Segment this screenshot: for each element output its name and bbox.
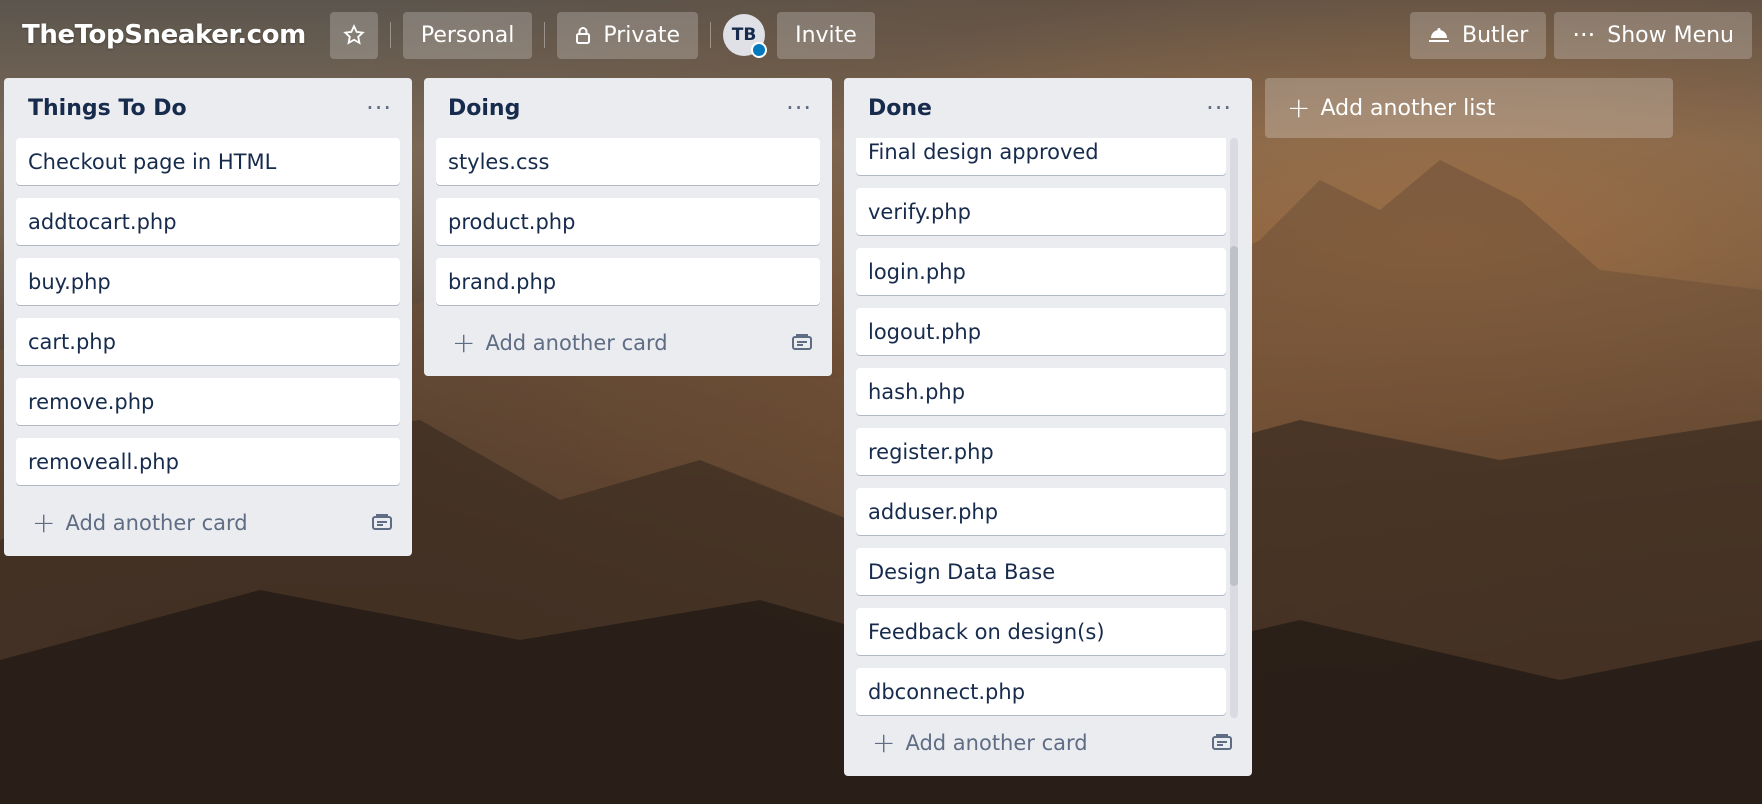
card[interactable]: removeall.php: [16, 438, 400, 485]
private-label: Private: [603, 22, 681, 48]
list-title[interactable]: Done: [868, 96, 932, 121]
card[interactable]: brand.php: [436, 258, 820, 305]
add-card-label: Add another card: [905, 731, 1088, 755]
add-card-button[interactable]: + Add another card: [452, 329, 668, 357]
header-divider: [389, 22, 391, 48]
show-menu-button[interactable]: ··· Show Menu: [1554, 11, 1752, 59]
template-card-icon[interactable]: [372, 514, 392, 532]
card[interactable]: adduser.php: [856, 488, 1226, 535]
card[interactable]: cart.php: [16, 318, 400, 365]
star-icon: [343, 24, 365, 45]
admin-badge-icon: [751, 42, 768, 58]
list-header[interactable]: Doing ···: [436, 78, 820, 138]
board-header: TheTopSneaker.com Personal Private TB In…: [0, 0, 1762, 70]
card[interactable]: Final design approved: [856, 138, 1226, 175]
list-header[interactable]: Things To Do ···: [16, 78, 400, 138]
more-dots-icon: ···: [1572, 21, 1596, 49]
card[interactable]: styles.css: [436, 138, 820, 185]
list-header[interactable]: Done ···: [856, 78, 1240, 138]
add-card-button[interactable]: + Add another card: [872, 729, 1088, 757]
card-list-scroll[interactable]: Final design approved verify.php login.p…: [856, 138, 1240, 718]
card[interactable]: login.php: [856, 248, 1226, 295]
card[interactable]: Checkout page in HTML: [16, 138, 400, 185]
card-list: Final design approved verify.php login.p…: [856, 138, 1226, 715]
list-title[interactable]: Things To Do: [28, 96, 187, 121]
list-done: Done ··· Final design approved verify.ph…: [844, 78, 1252, 776]
card[interactable]: verify.php: [856, 188, 1226, 235]
add-card-button[interactable]: + Add another card: [32, 509, 248, 537]
butler-label: Butler: [1461, 22, 1529, 48]
invite-button[interactable]: Invite: [777, 11, 875, 59]
list-menu-icon[interactable]: ···: [786, 96, 812, 120]
butler-button[interactable]: Butler: [1409, 11, 1547, 59]
avatar-initials: TB: [731, 25, 757, 45]
card-list: styles.css product.php brand.php: [436, 138, 820, 318]
add-card-composer: + Add another card: [16, 498, 400, 548]
star-button[interactable]: [329, 11, 378, 59]
butler-bell-icon: [1428, 28, 1449, 42]
scrollbar-thumb[interactable]: [1230, 246, 1238, 586]
add-card-label: Add another card: [485, 331, 668, 355]
plus-icon: +: [1287, 91, 1311, 124]
avatar[interactable]: TB: [723, 14, 768, 58]
add-card-composer: + Add another card: [856, 718, 1240, 768]
list-things-to-do: Things To Do ··· Checkout page in HTML a…: [4, 78, 412, 556]
add-list-button[interactable]: + Add another list: [1265, 78, 1673, 138]
card[interactable]: hash.php: [856, 368, 1226, 415]
list-doing: Doing ··· styles.css product.php brand.p…: [424, 78, 832, 376]
board-title[interactable]: TheTopSneaker.com: [22, 20, 306, 50]
add-card-composer: + Add another card: [436, 318, 820, 368]
plus-icon: +: [872, 726, 896, 759]
personal-button[interactable]: Personal: [402, 11, 533, 59]
header-right: Butler ··· Show Menu: [1409, 11, 1752, 59]
card[interactable]: buy.php: [16, 258, 400, 305]
list-title[interactable]: Doing: [448, 96, 520, 121]
card[interactable]: Feedback on design(s): [856, 608, 1226, 655]
card[interactable]: addtocart.php: [16, 198, 400, 245]
add-list-label: Add another list: [1320, 95, 1496, 121]
template-card-icon[interactable]: [792, 334, 812, 352]
plus-icon: +: [452, 326, 476, 359]
card[interactable]: dbconnect.php: [856, 668, 1226, 715]
card[interactable]: register.php: [856, 428, 1226, 475]
add-card-label: Add another card: [65, 511, 248, 535]
template-card-icon[interactable]: [1212, 734, 1232, 752]
card[interactable]: logout.php: [856, 308, 1226, 355]
show-menu-label: Show Menu: [1607, 22, 1734, 48]
header-divider: [544, 22, 546, 48]
private-button[interactable]: Private: [557, 11, 699, 59]
lock-icon: [576, 27, 591, 44]
card[interactable]: remove.php: [16, 378, 400, 425]
card[interactable]: product.php: [436, 198, 820, 245]
plus-icon: +: [32, 506, 56, 539]
list-menu-icon[interactable]: ···: [366, 96, 392, 120]
card[interactable]: Design Data Base: [856, 548, 1226, 595]
card-list: Checkout page in HTML addtocart.php buy.…: [16, 138, 400, 498]
list-menu-icon[interactable]: ···: [1206, 96, 1232, 120]
header-divider: [710, 22, 712, 48]
